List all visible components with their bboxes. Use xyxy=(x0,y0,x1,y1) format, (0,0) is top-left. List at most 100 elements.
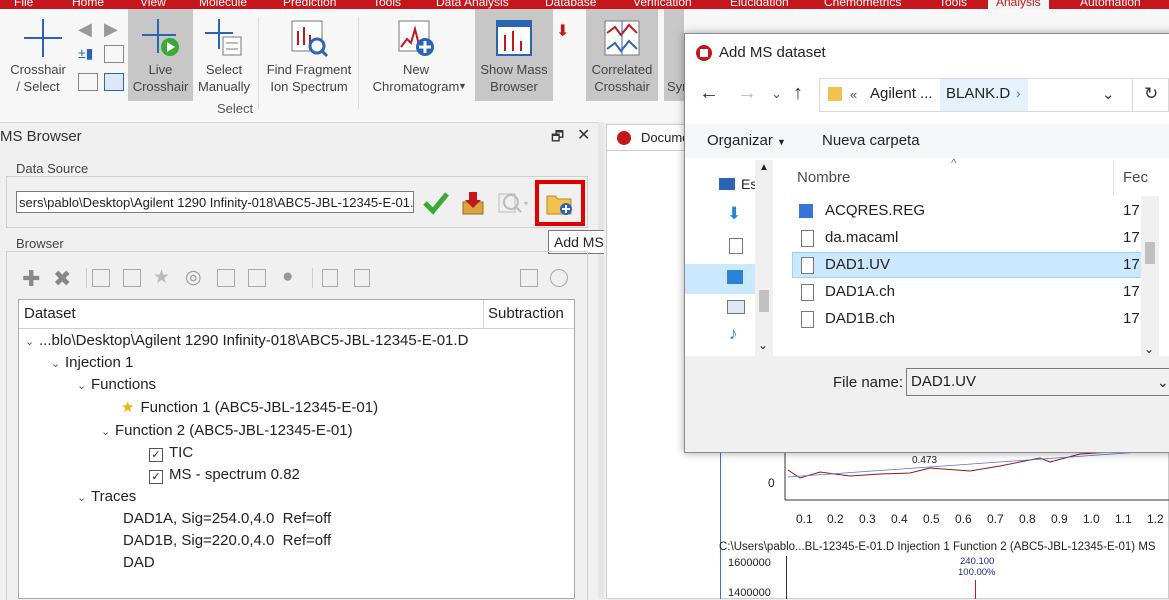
checkbox[interactable]: ✓ xyxy=(149,448,163,462)
chevron-down-icon[interactable]: ⌄ xyxy=(25,332,39,352)
file-name-input[interactable]: DAD1.UV ⌄ xyxy=(906,368,1169,396)
new-chromatogram-button[interactable]: New Chromatogram ▼ xyxy=(364,9,468,101)
address-dropdown-icon[interactable]: ⌄ xyxy=(1102,85,1115,103)
close-icon[interactable]: ✕ xyxy=(577,125,590,145)
column-divider[interactable] xyxy=(483,300,484,328)
copy-icon[interactable] xyxy=(322,269,338,287)
file-row-selected[interactable]: DAD1.UV 17, xyxy=(792,252,1152,278)
menu-file[interactable]: File xyxy=(14,0,33,9)
chart-export-icon[interactable] xyxy=(248,269,266,287)
file-name-dropdown-icon[interactable]: ⌄ xyxy=(1157,369,1169,395)
forward-icon[interactable]: → xyxy=(737,82,757,105)
target-icon[interactable]: ◎ xyxy=(185,266,202,289)
correlated-crosshair-button[interactable]: Correlated Crosshair xyxy=(586,9,658,101)
pictures-icon[interactable] xyxy=(727,270,743,284)
checkmark-icon[interactable] xyxy=(422,190,450,216)
chart-peaks-icon[interactable] xyxy=(78,73,98,91)
data-source-path-input[interactable]: sers\pablo\Desktop\Agilent 1290 Infinity… xyxy=(16,191,414,213)
select-manually-button[interactable]: Select Manually xyxy=(196,9,252,101)
overflow-chevron-icon[interactable]: « xyxy=(850,87,857,102)
search-dataset-icon[interactable]: ▾ xyxy=(497,190,533,216)
menu-analysis[interactable]: Analysis xyxy=(988,0,1049,9)
breadcrumb-parent[interactable]: Agilent ... xyxy=(870,85,933,102)
scroll-up-icon[interactable]: ▲ xyxy=(759,162,769,173)
column-date[interactable]: Fec xyxy=(1123,169,1148,186)
breadcrumb-chevron-icon[interactable]: › xyxy=(1016,85,1021,101)
tree-item-dataset[interactable]: ⌄ ...blo\Desktop\Agilent 1290 Infinity-01… xyxy=(25,331,468,351)
import-icon[interactable] xyxy=(461,190,485,216)
add-icon[interactable]: ✚ xyxy=(22,266,40,292)
file-row[interactable]: DAD1A.ch 17, xyxy=(793,279,1153,305)
music-icon[interactable]: ♪ xyxy=(729,324,738,344)
file-row[interactable]: DAD1B.ch 17, xyxy=(793,306,1153,332)
sym-button[interactable]: Sym xyxy=(664,9,693,101)
list-settings-icon[interactable] xyxy=(520,269,538,287)
tree-item-function-2[interactable]: ⌄ Function 2 (ABC5-JBL-12345-E-01) xyxy=(101,421,353,441)
find-fragment-button[interactable]: Find Fragment Ion Spectrum xyxy=(262,9,356,101)
videos-icon[interactable] xyxy=(727,300,745,314)
chevron-down-icon[interactable]: ⌄ xyxy=(77,376,91,396)
add-ms-dataset-icon[interactable] xyxy=(545,190,575,216)
column-name[interactable]: Nombre xyxy=(797,169,850,186)
new-folder-button[interactable]: Nueva carpeta xyxy=(822,132,920,149)
menu-data-analysis[interactable]: Data Analysis xyxy=(436,0,509,9)
file-row[interactable]: da.macaml 17, xyxy=(793,225,1153,251)
tree-item-ms-spectrum[interactable]: ✓ MS - spectrum 0.82 xyxy=(149,465,300,485)
back-icon[interactable]: ← xyxy=(699,82,719,105)
chevron-down-icon[interactable]: ⌄ xyxy=(101,422,115,442)
file-row[interactable]: ACQRES.REG 17, xyxy=(793,198,1153,224)
chart-add-alt-icon[interactable] xyxy=(123,269,141,287)
star-icon[interactable]: ★ xyxy=(153,266,170,289)
recent-dropdown-icon[interactable]: ⌄ xyxy=(771,86,782,102)
tree-item-tic[interactable]: ✓ TIC xyxy=(149,443,193,463)
chart-small-icon[interactable] xyxy=(104,45,124,63)
downloads-icon[interactable]: ⬇ xyxy=(727,204,741,224)
arrow-right-icon[interactable]: ▶ xyxy=(104,19,118,40)
download-icon[interactable]: ⬇ xyxy=(556,21,569,41)
menu-automation[interactable]: Automation xyxy=(1080,0,1141,9)
chart-add-icon[interactable] xyxy=(92,269,110,287)
crosshair-select-button[interactable]: Crosshair / Select xyxy=(4,9,72,101)
menu-home[interactable]: Home xyxy=(72,0,104,9)
desktop-icon[interactable] xyxy=(719,178,735,190)
checkbox[interactable]: ✓ xyxy=(149,470,163,484)
menu-tools[interactable]: Tools xyxy=(373,0,401,9)
column-dataset[interactable]: Dataset xyxy=(24,300,76,328)
scroll-down-icon[interactable]: ⌄ xyxy=(1144,342,1154,356)
breadcrumb-current[interactable]: BLANK.D xyxy=(946,85,1010,102)
tree-item-function-1[interactable]: ★ Function 1 (ABC5-JBL-12345-E-01) xyxy=(121,398,378,418)
tree-item-dad[interactable]: DAD xyxy=(123,553,155,573)
peak-plus-icon[interactable]: ±▮ xyxy=(78,45,93,62)
chart-selected-icon[interactable] xyxy=(104,73,124,91)
paste-icon[interactable] xyxy=(354,269,370,287)
chart-remove-icon[interactable] xyxy=(217,269,235,287)
scroll-thumb[interactable] xyxy=(1145,242,1155,264)
address-bar[interactable]: « Agilent ... BLANK.D › ⌄ ↻ xyxy=(819,78,1169,112)
menu-database[interactable]: Database xyxy=(545,0,596,9)
tree-item-injection[interactable]: ⌄ Injection 1 xyxy=(51,353,133,373)
tree-item-dad1a[interactable]: DAD1A, Sig=254.0,4.0 Ref=off xyxy=(123,509,331,529)
menu-view[interactable]: View xyxy=(140,0,166,9)
remove-icon[interactable]: ✖ xyxy=(53,266,71,292)
clock-icon[interactable] xyxy=(550,269,568,287)
menu-molecule[interactable]: Molecule xyxy=(199,0,247,9)
column-divider[interactable] xyxy=(1113,160,1114,196)
up-icon[interactable]: ↑ xyxy=(793,82,803,105)
live-crosshair-button[interactable]: Live Crosshair xyxy=(128,9,193,101)
float-panel-icon[interactable]: 🗗 xyxy=(551,126,564,150)
menu-tools-2[interactable]: Tools xyxy=(939,0,967,9)
scroll-down-icon[interactable]: ⌄ xyxy=(758,338,768,352)
chevron-down-icon[interactable]: ⌄ xyxy=(51,354,65,374)
tree-item-dad1b[interactable]: DAD1B, Sig=220.0,4.0 Ref=off xyxy=(123,531,331,551)
documents-icon[interactable] xyxy=(729,238,743,254)
group-icon[interactable]: ● xyxy=(282,266,293,288)
menu-chemometrics[interactable]: Chemometrics xyxy=(824,0,901,9)
organize-button[interactable]: Organizar ▼ xyxy=(707,132,786,149)
arrow-left-icon[interactable]: ◀ xyxy=(78,19,92,40)
file-list-v-scrollbar[interactable]: ⌄ xyxy=(1141,196,1159,366)
nav-scrollbar[interactable]: ▲ ⌄ xyxy=(755,160,773,356)
menu-elucidation[interactable]: Elucidation xyxy=(730,0,789,9)
chevron-down-icon[interactable]: ⌄ xyxy=(77,488,91,508)
menu-verification[interactable]: Verification xyxy=(633,0,692,9)
tree-item-functions[interactable]: ⌄ Functions xyxy=(77,375,156,395)
